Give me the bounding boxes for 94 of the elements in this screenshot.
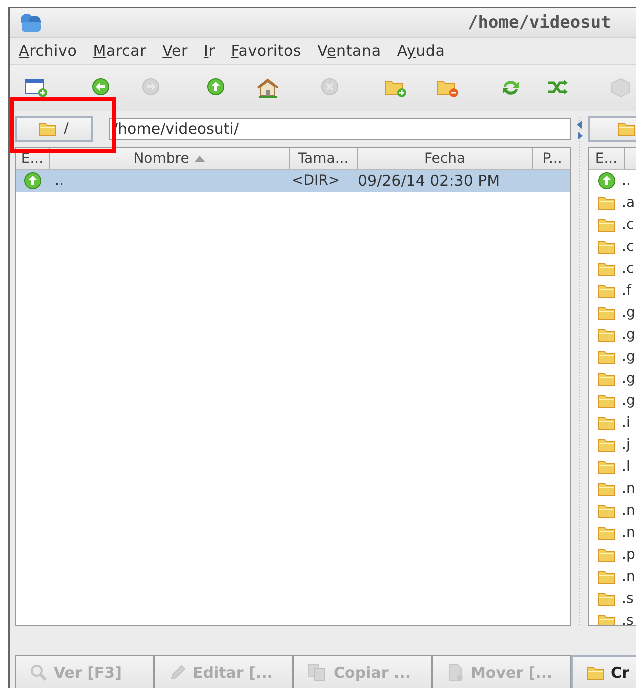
folder-icon <box>598 548 616 562</box>
file-row[interactable]: .p <box>589 544 636 566</box>
file-row[interactable]: .s <box>589 610 636 625</box>
folder-icon <box>598 504 616 518</box>
file-row[interactable]: .c <box>589 214 636 236</box>
file-name: .p <box>622 547 636 563</box>
menu-item[interactable]: Favoritos <box>231 42 302 60</box>
folder-icon <box>598 218 616 232</box>
file-row[interactable]: .n <box>589 500 636 522</box>
magnifier-icon <box>30 664 48 682</box>
folder-icon <box>598 306 616 320</box>
file-name: .g <box>622 393 636 409</box>
folder-icon <box>598 482 616 496</box>
folder-icon <box>598 262 616 276</box>
folder-icon <box>598 570 616 584</box>
window-title: /home/videosut <box>468 12 612 32</box>
path-field[interactable]: /home/videosuti/ <box>109 118 571 140</box>
new-window-icon[interactable] <box>25 78 49 98</box>
create-folder-button[interactable]: Cr <box>571 655 636 688</box>
folder-icon <box>598 394 616 408</box>
folder-icon <box>598 592 616 606</box>
file-name: .n <box>622 503 636 519</box>
folder-icon <box>39 122 58 136</box>
folder-icon <box>598 350 616 364</box>
menu-item[interactable]: Ayuda <box>397 42 446 60</box>
file-row[interactable]: .s <box>589 588 636 610</box>
file-row[interactable]: .a <box>589 192 636 214</box>
folder-icon <box>598 438 616 452</box>
pencil-icon <box>169 664 187 682</box>
file-name: .f <box>622 283 632 299</box>
folder-icon <box>598 614 616 625</box>
menu-item[interactable]: Ver <box>162 42 188 60</box>
column-header[interactable]: Nombre <box>50 148 290 169</box>
folder-icon <box>618 122 636 136</box>
file-row[interactable]: .g <box>589 390 636 412</box>
column-header[interactable]: Fecha <box>358 148 533 169</box>
file-name: .g <box>622 327 636 343</box>
root-folder-button[interactable]: / <box>15 116 93 142</box>
column-header[interactable]: Tama... <box>290 148 358 169</box>
file-date: 09/26/14 02:30 PM <box>358 172 500 190</box>
file-name: .a <box>622 195 636 211</box>
file-row[interactable]: .c <box>589 236 636 258</box>
menu-item[interactable]: Ir <box>204 42 216 60</box>
folder-icon <box>598 240 616 254</box>
menu-item[interactable]: Marcar <box>93 42 147 60</box>
file-name: .n <box>622 525 636 541</box>
file-row[interactable]: .g <box>589 346 636 368</box>
home-icon[interactable] <box>256 78 280 98</box>
file-name: .. <box>622 173 631 189</box>
file-name: .n <box>622 481 636 497</box>
menu-item[interactable]: Archivo <box>19 42 78 60</box>
column-header[interactable]: E... <box>16 148 50 169</box>
menu-item[interactable]: Ventana <box>318 42 382 60</box>
folder-icon <box>598 526 616 540</box>
file-name: .j <box>622 437 630 453</box>
file-name: .c <box>622 217 634 233</box>
file-size: <DIR> <box>292 173 342 189</box>
file-row[interactable]: .g <box>589 368 636 390</box>
file-name: .l <box>622 459 630 475</box>
file-row[interactable]: .f <box>589 280 636 302</box>
splitter-arrows-icon[interactable] <box>576 120 584 142</box>
file-name: .c <box>622 239 634 255</box>
file-row[interactable]: .g <box>589 324 636 346</box>
file-name: .n <box>622 569 636 585</box>
file-row[interactable]: .. <box>589 170 636 192</box>
file-row[interactable]: .n <box>589 566 636 588</box>
file-row[interactable]: .i <box>589 412 636 434</box>
folder-icon <box>598 284 616 298</box>
shuffle-arrows-icon[interactable] <box>546 78 570 98</box>
file-name: .c <box>622 261 634 277</box>
file-name: .s <box>622 591 634 607</box>
folder-icon <box>598 196 616 210</box>
file-row[interactable]: .j <box>589 434 636 456</box>
file-row[interactable]: .c <box>589 258 636 280</box>
file-row[interactable]: .l <box>589 456 636 478</box>
file-name: .. <box>55 173 65 189</box>
folder-icon <box>598 416 616 430</box>
file-row[interactable]: .g <box>589 302 636 324</box>
folder-icon <box>598 328 616 342</box>
file-row[interactable]: .n <box>589 522 636 544</box>
file-row[interactable]: .n <box>589 478 636 500</box>
file-name: .i <box>622 415 630 431</box>
file-name: .g <box>622 349 636 365</box>
file-name: .g <box>622 371 636 387</box>
file-row[interactable]: .. <DIR> 09/26/14 02:30 PM <box>16 170 570 192</box>
file-name: .s <box>622 613 634 625</box>
column-header[interactable]: P... <box>533 148 570 169</box>
app-logo-icon <box>18 12 44 34</box>
folder-icon <box>598 372 616 386</box>
folder-icon <box>587 666 605 680</box>
folder-icon <box>598 460 616 474</box>
document-icon <box>447 664 465 682</box>
copy-icon <box>308 664 328 682</box>
file-name: .g <box>622 305 636 321</box>
